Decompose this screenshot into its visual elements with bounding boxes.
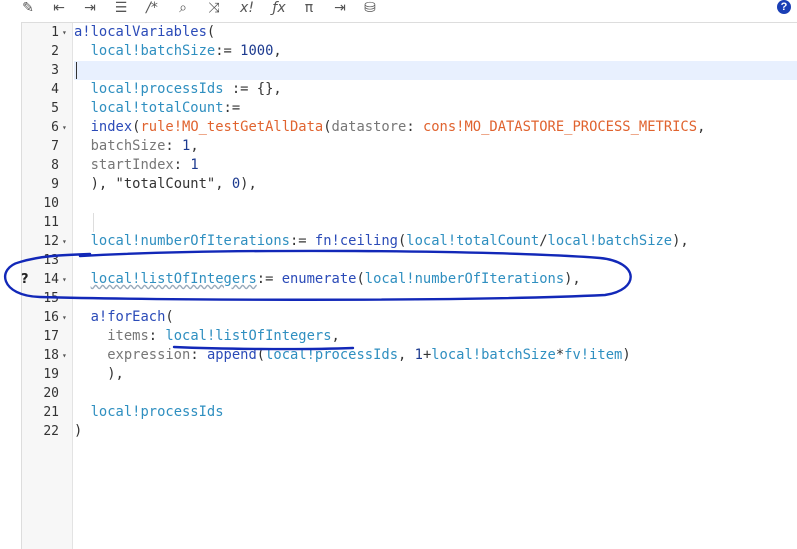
fold-arrow-icon[interactable]: ▾: [62, 346, 67, 365]
code-editor[interactable]: 1 ▾ a!localVariables( 2 local!batchSize:…: [21, 22, 797, 549]
line-number: 6: [51, 120, 59, 135]
fold-arrow-icon[interactable]: ▾: [62, 308, 67, 327]
search-icon[interactable]: ⌕: [175, 0, 191, 16]
shuffle-icon[interactable]: ⤨: [205, 0, 223, 16]
fx-icon[interactable]: ƒx: [270, 0, 288, 16]
code-text: [74, 61, 797, 80]
code-line-19[interactable]: 19 ),: [22, 365, 797, 384]
code-line-7[interactable]: 7 batchSize: 1,: [22, 137, 797, 156]
code-line-12[interactable]: 12 ▾ local!numberOfIterations:= fn!ceili…: [22, 232, 797, 251]
code-text: local!processIds := {},: [90, 81, 282, 97]
fold-arrow-icon[interactable]: ▾: [62, 232, 67, 251]
code-text: ): [74, 423, 83, 439]
code-text: ), "totalCount", 0),: [90, 176, 257, 192]
line-number: 5: [51, 101, 59, 116]
database-search-icon[interactable]: ⛁: [362, 0, 378, 16]
line-number: 7: [51, 139, 59, 154]
line-number: 18: [43, 348, 59, 363]
code-line-9[interactable]: 9 ), "totalCount", 0),: [22, 175, 797, 194]
code-line-15[interactable]: 15: [22, 289, 797, 308]
code-text: startIndex: 1: [90, 157, 199, 173]
line-number: 4: [51, 82, 59, 97]
code-text: ),: [107, 366, 124, 382]
line-number: 13: [43, 253, 59, 268]
code-line-17[interactable]: 17 items: local!listOfIntegers,: [22, 327, 797, 346]
code-line-13[interactable]: 13: [22, 251, 797, 270]
code-text: expression: append(local!processIds, 1+l…: [107, 347, 631, 363]
code-text: batchSize: 1,: [90, 138, 199, 154]
code-text: local!numberOfIterations:= fn!ceiling(lo…: [90, 233, 689, 249]
magic-wand-icon[interactable]: ✎: [20, 0, 36, 16]
fold-arrow-icon[interactable]: ▾: [62, 270, 67, 289]
code-line-22[interactable]: 22 ): [22, 422, 797, 441]
line-number: 8: [51, 158, 59, 173]
code-line-6[interactable]: 6 ▾ index(rule!MO_testGetAllData(datasto…: [22, 118, 797, 137]
code-line-21[interactable]: 21 local!processIds: [22, 403, 797, 422]
code-text: local!totalCount:=: [90, 100, 241, 116]
code-line-3[interactable]: 3: [22, 61, 797, 80]
line-number: 22: [43, 424, 59, 439]
line-number: 2: [51, 44, 59, 59]
code-line-14[interactable]: 14 ▾ local!listOfIntegers:= enumerate(lo…: [22, 270, 797, 289]
help-icon[interactable]: ?: [777, 0, 791, 14]
export-icon[interactable]: ⇥: [331, 0, 349, 16]
hint-marker-icon[interactable]: ?: [21, 272, 29, 288]
line-number: 11: [43, 215, 59, 230]
code-line-1[interactable]: 1 ▾ a!localVariables(: [22, 23, 797, 42]
code-line-2[interactable]: 2 local!batchSize:= 1000,: [22, 42, 797, 61]
code-line-4[interactable]: 4 local!processIds := {},: [22, 80, 797, 99]
pi-icon[interactable]: π: [300, 0, 318, 16]
indent-icon[interactable]: ⇥: [82, 0, 98, 16]
editor-toolbar: ✎ ⇤ ⇥ ☰ /* ⌕ ⤨ x! ƒx π ⇥ ⛁ ?: [0, 0, 797, 20]
code-text: local!listOfIntegers:= enumerate(local!n…: [90, 271, 581, 287]
line-number: 21: [43, 405, 59, 420]
outdent-icon[interactable]: ⇤: [51, 0, 67, 16]
code-text: local!batchSize:= 1000,: [90, 43, 282, 59]
code-line-20[interactable]: 20: [22, 384, 797, 403]
indent-guide: [93, 213, 94, 232]
fold-arrow-icon[interactable]: ▾: [62, 23, 67, 42]
code-line-8[interactable]: 8 startIndex: 1: [22, 156, 797, 175]
line-number: 20: [43, 386, 59, 401]
code-line-16[interactable]: 16 ▾ a!forEach(: [22, 308, 797, 327]
line-number: 17: [43, 329, 59, 344]
line-number: 19: [43, 367, 59, 382]
line-number: 3: [51, 63, 59, 78]
code-line-10[interactable]: 10: [22, 194, 797, 213]
comment-icon[interactable]: /*: [143, 0, 161, 16]
code-text: a!localVariables(: [74, 24, 216, 40]
code-line-5[interactable]: 5 local!totalCount:=: [22, 99, 797, 118]
line-number: 16: [43, 310, 59, 325]
code-text: index(rule!MO_testGetAllData(datastore: …: [90, 119, 706, 135]
code-text: local!processIds: [90, 404, 224, 420]
list-icon[interactable]: ☰: [113, 0, 129, 16]
line-number: 10: [43, 196, 59, 211]
x-factorial-icon[interactable]: x!: [237, 0, 257, 16]
line-number: 1: [51, 25, 59, 40]
line-number: 12: [43, 234, 59, 249]
code-text: a!forEach(: [90, 309, 174, 325]
code-line-11[interactable]: 11: [22, 213, 797, 232]
code-text: items: local!listOfIntegers,: [107, 328, 340, 344]
fold-arrow-icon[interactable]: ▾: [62, 118, 67, 137]
code-line-18[interactable]: 18 ▾ expression: append(local!processIds…: [22, 346, 797, 365]
line-number: 9: [51, 177, 59, 192]
line-number: 15: [43, 291, 59, 306]
text-cursor: [76, 62, 77, 79]
